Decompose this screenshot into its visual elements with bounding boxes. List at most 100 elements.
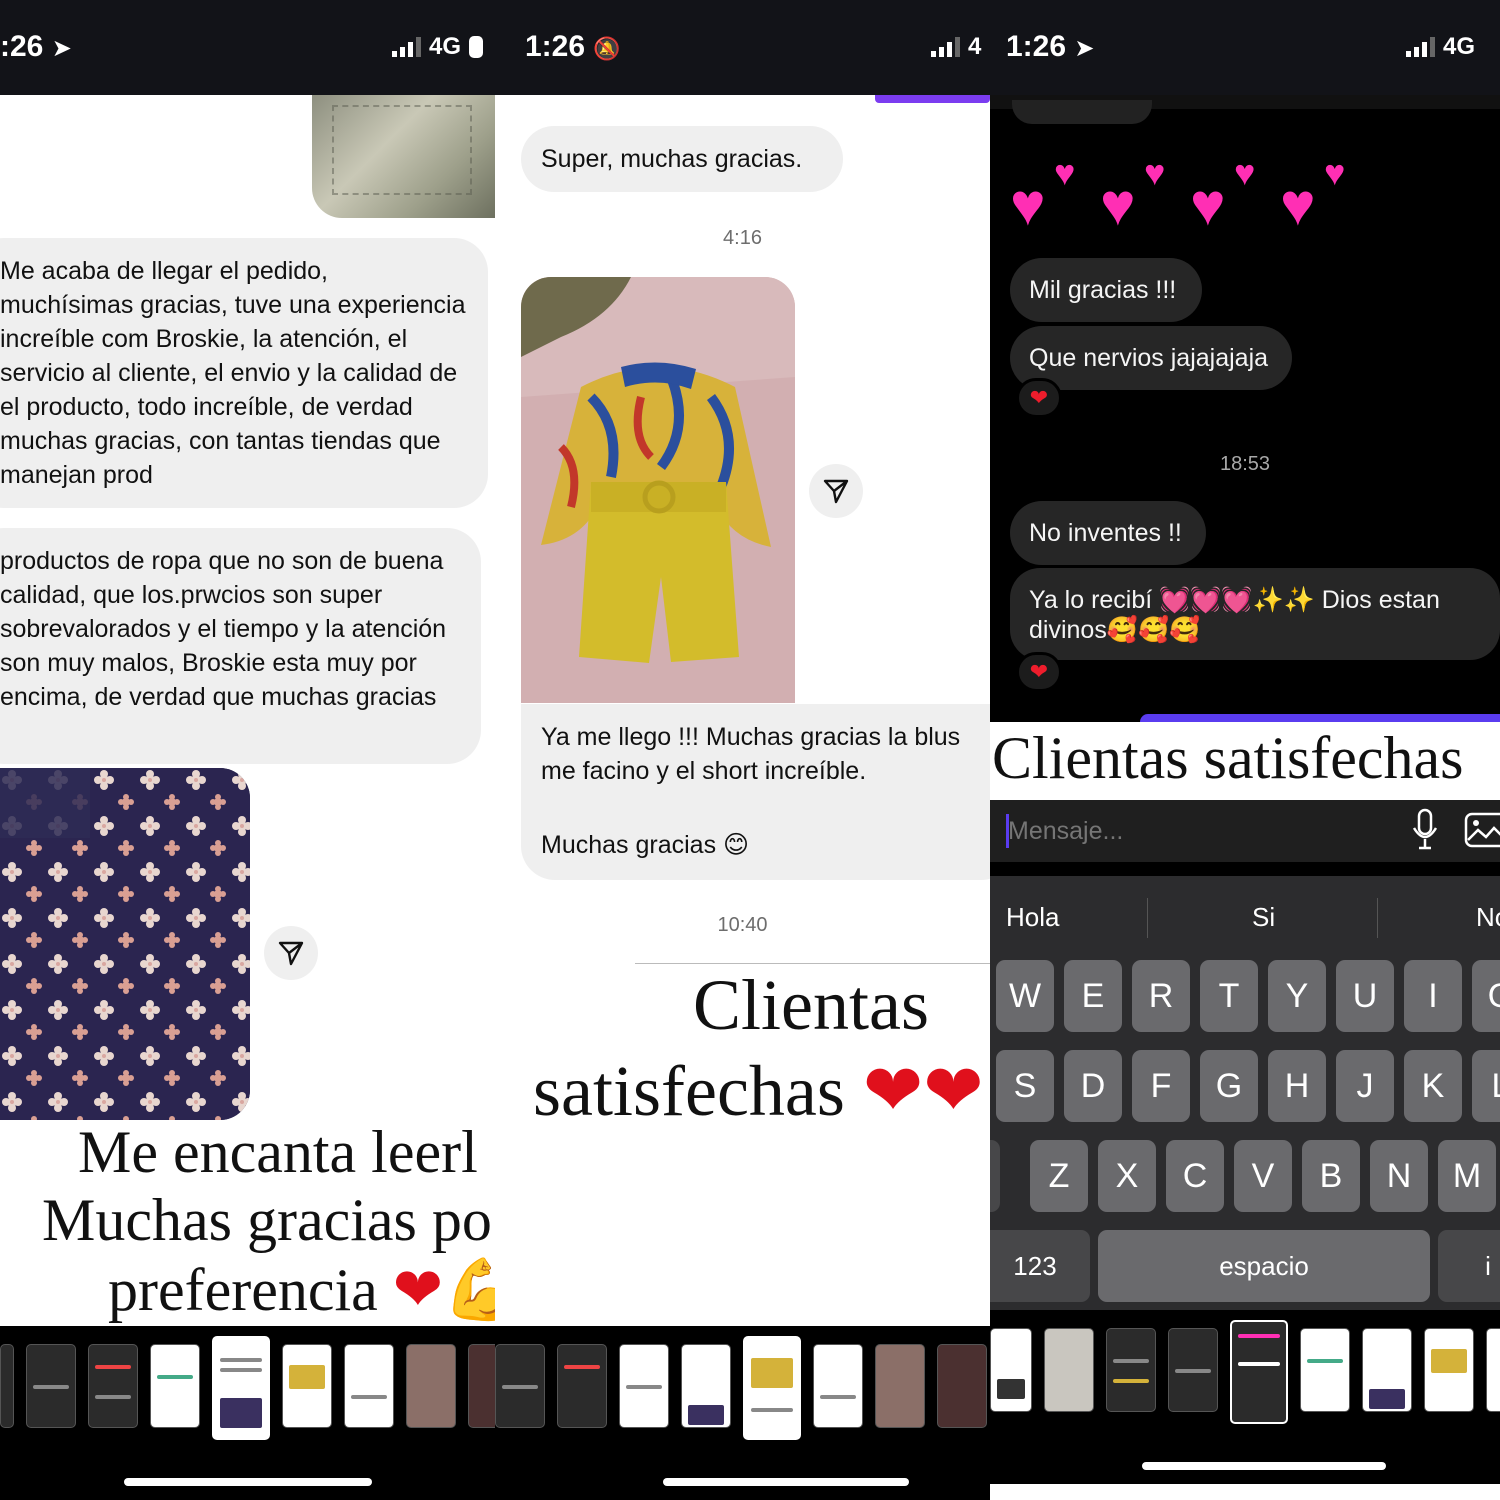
location-arrow-icon: ➤ [51,35,72,62]
key[interactable]: U [1336,960,1394,1032]
thumbnail[interactable] [619,1344,669,1428]
return-key[interactable]: i [1438,1230,1500,1302]
numbers-key[interactable]: 123 [990,1230,1090,1302]
suggestion-no[interactable]: No [1476,902,1500,933]
thumbnail[interactable] [468,1344,495,1428]
key[interactable]: N [1370,1140,1428,1212]
suggestion-si[interactable]: Si [1252,902,1275,933]
status-indicators: 4G [1406,33,1475,61]
suggestion-hola[interactable]: Hola [1006,902,1059,933]
story-panel-3: 1:26 ➤ 4G ♥ ♥ ♥ ♥ ♥ ♥ ♥ ♥ Mil gracias !!! Qu… [990,0,1500,1500]
key[interactable]: V [1234,1140,1292,1212]
home-indicator[interactable] [663,1478,909,1486]
location-arrow-icon: ➤ [1074,35,1095,62]
key[interactable]: B [1302,1140,1360,1212]
growing-heart-icon: ♥ ♥ [1010,152,1076,238]
thumbnail[interactable] [282,1344,332,1428]
thumbnail[interactable] [26,1344,76,1428]
key[interactable]: S [996,1050,1054,1122]
mute-bell-icon: 🔕 [593,36,621,61]
share-button[interactable] [809,464,863,518]
previous-bubble-edge [1012,100,1152,124]
shift-key[interactable] [990,1140,1000,1212]
thumbnail[interactable] [0,1344,14,1428]
message-bubble: Mil gracias !!! [1010,258,1202,322]
outfit-illustration [521,277,795,703]
key[interactable]: W [996,960,1054,1032]
thumbnail[interactable] [875,1344,925,1428]
key[interactable]: L [1472,1050,1500,1122]
status-indicators: 4G [392,33,484,61]
key[interactable]: X [1098,1140,1156,1212]
message-input[interactable] [1008,810,1368,852]
key[interactable]: H [1268,1050,1326,1122]
thumbnail-current[interactable] [1230,1320,1288,1424]
key[interactable]: Y [1268,960,1326,1032]
thumbnail[interactable] [344,1344,394,1428]
key[interactable]: J [1336,1050,1394,1122]
thumbnail[interactable] [1300,1328,1350,1412]
key[interactable]: G [1200,1050,1258,1122]
dress-photo[interactable] [0,768,250,1120]
timestamp: 10:40 [717,914,768,936]
key[interactable]: M [1438,1140,1496,1212]
growing-heart-icon: ♥ ♥ [1100,152,1166,238]
thumbnail[interactable] [406,1344,456,1428]
heart-reaction-icon[interactable]: ❤ [1016,652,1062,692]
thumbnail[interactable] [1044,1328,1094,1412]
key[interactable]: D [1064,1050,1122,1122]
thumbnail[interactable] [495,1344,545,1428]
hearts-message: ♥ ♥ ♥ ♥ ♥ ♥ ♥ ♥ [1010,152,1346,238]
growing-heart-icon: ♥ ♥ [1190,152,1256,238]
key[interactable]: Z [1030,1140,1088,1212]
key[interactable]: O [1472,960,1500,1032]
divider [1147,898,1148,938]
story-thumbnails[interactable] [495,1330,990,1442]
caption-line: Clientas [693,965,929,1045]
status-time: 1:26 🔕 [525,30,621,63]
thumbnail[interactable] [88,1344,138,1428]
package-photo[interactable] [312,95,495,218]
thumbnail[interactable] [1362,1328,1412,1412]
thumbnail[interactable] [1486,1328,1500,1412]
thumbnail[interactable] [557,1344,607,1428]
flexed-arm-icon: 💪 [443,1257,495,1323]
thumbnail[interactable] [681,1344,731,1428]
key[interactable]: E [1064,960,1122,1032]
key[interactable]: C [1166,1140,1224,1212]
message-bubble: Ya me llego !!! Muchas gracias la blus m… [521,704,990,880]
space-key[interactable]: espacio [1098,1230,1430,1302]
key[interactable]: T [1200,960,1258,1032]
flower-pattern [0,768,250,1120]
key[interactable]: F [1132,1050,1190,1122]
growing-heart-icon: ♥ ♥ [1280,152,1346,238]
thumbnail-current[interactable] [743,1336,801,1440]
thumbnail-current[interactable] [212,1336,270,1440]
story-thumbnails[interactable] [0,1330,495,1442]
thumbnail[interactable] [1168,1328,1218,1412]
microphone-icon[interactable] [1410,808,1440,852]
thumbnail[interactable] [1424,1328,1474,1412]
thumbnail[interactable] [150,1344,200,1428]
story-thumbnails[interactable] [990,1314,1500,1426]
thumbnail[interactable] [1106,1328,1156,1412]
home-indicator[interactable] [124,1478,372,1486]
key[interactable]: R [1132,960,1190,1032]
caption-line: Clientas satisfechas [992,725,1464,791]
key[interactable]: I [1404,960,1462,1032]
heart-reaction-icon[interactable]: ❤ [1016,378,1062,418]
thumbnail[interactable] [937,1344,987,1428]
caption-line: Me encanta leerl [78,1119,478,1185]
thumbnail[interactable] [990,1328,1032,1412]
keyboard: Hola Si No W E R T Y U I O S D F G H J K… [990,876,1500,1310]
key[interactable]: K [1404,1050,1462,1122]
red-heart-icon: ❤ [392,1257,444,1323]
outfit-photo[interactable] [521,277,795,703]
message-bubble: productos de ropa que no son de buena ca… [0,528,481,764]
thumbnail[interactable] [813,1344,863,1428]
home-indicator[interactable] [1142,1462,1386,1470]
share-button[interactable] [264,926,318,980]
message-bubble: Ya lo recibí 💓💓💓✨✨ Dios estan divinos🥰🥰🥰 [1010,568,1500,660]
message-bubble: Super, muchas gracias. [521,126,843,192]
gallery-icon[interactable] [1464,810,1500,850]
